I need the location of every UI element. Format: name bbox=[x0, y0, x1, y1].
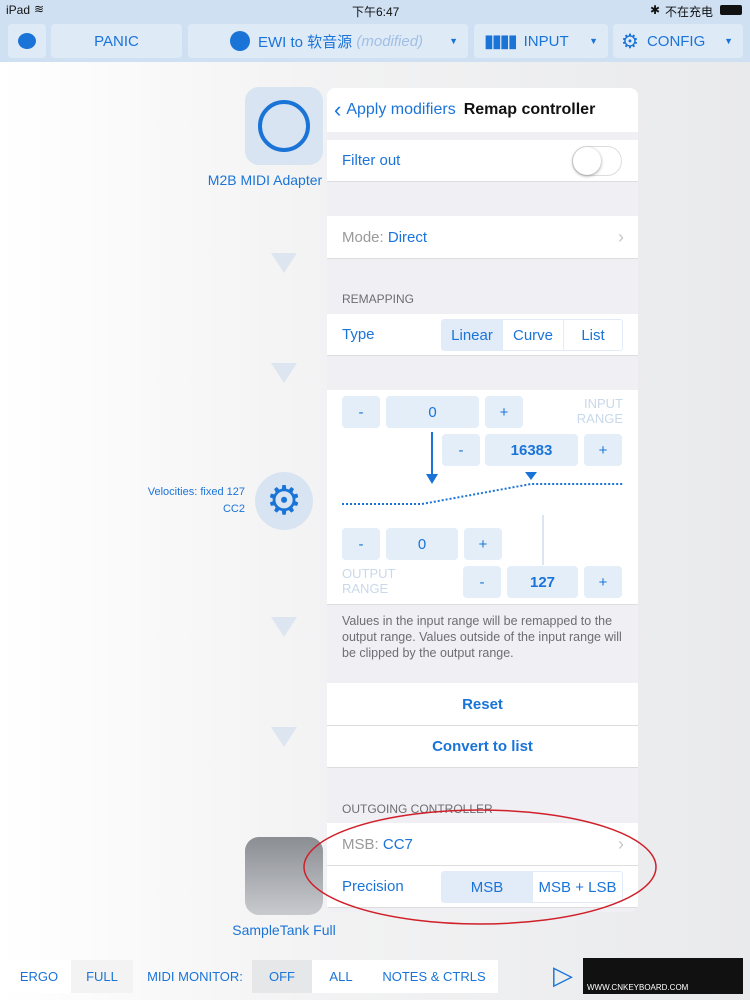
monitor-notes-ctrls-button[interactable]: NOTES & CTRLS bbox=[370, 960, 498, 993]
annotation-circle bbox=[303, 809, 657, 925]
remapping-header: REMAPPING bbox=[342, 292, 415, 306]
output-min-increment[interactable]: + bbox=[464, 528, 502, 560]
type-linear[interactable]: Linear bbox=[442, 320, 502, 350]
midi-monitor-label: MIDI MONITOR: bbox=[147, 969, 243, 984]
panic-button[interactable]: PANIC bbox=[51, 24, 182, 58]
charging-status: 不在充电 bbox=[665, 5, 714, 19]
output-range-label: OUTPUT RANGE bbox=[342, 566, 396, 596]
convert-to-list-button[interactable]: Convert to list bbox=[327, 726, 638, 768]
filter-out-toggle[interactable] bbox=[572, 145, 622, 176]
filter-out-label: Filter out bbox=[342, 152, 401, 169]
mode-label: Mode: bbox=[342, 228, 384, 246]
output-min-decrement[interactable]: - bbox=[342, 528, 380, 560]
cc-text: CC2 bbox=[222, 503, 245, 515]
velocities-text: Velocities: fixed 127 bbox=[147, 486, 245, 498]
output-min-field[interactable]: 0 bbox=[386, 528, 458, 560]
remap-panel: ‹ Apply modifiers Remap controller Filte… bbox=[327, 88, 638, 912]
output-max-decrement[interactable]: - bbox=[463, 566, 501, 598]
config-selector[interactable]: ⚙ CONFIG ▼ bbox=[613, 24, 743, 58]
input-label: INPUT bbox=[523, 32, 569, 50]
input-selector[interactable]: ▮▮▮▮ INPUT ▼ bbox=[474, 24, 608, 58]
chat-button[interactable] bbox=[8, 24, 46, 58]
watermark-text: WWW.CNKEYBOARD.COM bbox=[587, 983, 689, 992]
type-label: Type bbox=[342, 326, 375, 343]
clock: 下午6:47 bbox=[352, 5, 400, 19]
gear-icon: ⚙ bbox=[621, 30, 639, 53]
midi-adapter-icon[interactable] bbox=[245, 87, 323, 165]
reset-button[interactable]: Reset bbox=[327, 683, 638, 726]
battery-icon bbox=[720, 5, 742, 15]
flow-arrow-icon bbox=[271, 363, 297, 383]
filter-out-row: Filter out bbox=[327, 140, 638, 182]
mode-row[interactable]: Mode: Direct › bbox=[327, 216, 638, 259]
adapter-label: M2B MIDI Adapter bbox=[207, 172, 323, 188]
caret-down-icon: ▼ bbox=[449, 36, 458, 46]
back-button[interactable]: Apply modifiers bbox=[346, 101, 455, 119]
type-segmented: Linear Curve List bbox=[441, 319, 623, 351]
full-button[interactable]: FULL bbox=[71, 960, 133, 993]
toolbar: PANIC EWI to 软音源 (modified) ▼ ▮▮▮▮ INPUT… bbox=[0, 20, 750, 62]
back-chevron-icon[interactable]: ‹ bbox=[334, 97, 341, 123]
play-icon[interactable]: ▷ bbox=[553, 960, 573, 991]
input-max-marker bbox=[525, 472, 537, 480]
mode-value: Direct bbox=[387, 228, 428, 246]
caret-down-icon: ▼ bbox=[724, 36, 733, 46]
watermark-logo: WWW.CNKEYBOARD.COM bbox=[583, 958, 743, 994]
nav-header: ‹ Apply modifiers Remap controller bbox=[327, 88, 638, 132]
modifier-gear-icon[interactable]: ⚙ bbox=[255, 472, 313, 530]
chevron-right-icon: › bbox=[618, 226, 624, 247]
flow-arrow-icon bbox=[271, 617, 297, 637]
chat-bubble-icon bbox=[18, 33, 36, 49]
panel-title: Remap controller bbox=[463, 101, 596, 118]
caret-down-icon: ▼ bbox=[589, 36, 598, 46]
type-list[interactable]: List bbox=[563, 320, 622, 350]
monitor-all-button[interactable]: ALL bbox=[312, 960, 370, 993]
remap-description: Values in the input range will be remapp… bbox=[342, 614, 622, 660]
preset-name: EWI to 软音源 bbox=[258, 33, 353, 51]
remap-curve bbox=[342, 483, 623, 505]
ergo-button[interactable]: ERGO bbox=[7, 960, 71, 993]
input-min-marker bbox=[426, 474, 438, 484]
flow-arrow-icon bbox=[271, 253, 297, 273]
midi-din-icon bbox=[230, 31, 250, 51]
preset-selector[interactable]: EWI to 软音源 (modified) ▼ bbox=[188, 24, 468, 58]
keyboard-icon: ▮▮▮▮ bbox=[484, 30, 518, 51]
flow-arrow-icon bbox=[271, 727, 297, 747]
monitor-off-button[interactable]: OFF bbox=[252, 960, 312, 993]
device-name: iPad bbox=[6, 3, 31, 17]
output-max-field[interactable]: 127 bbox=[507, 566, 578, 598]
modifier-summary: Velocities: fixed 127 CC2 bbox=[130, 484, 245, 518]
status-bar: iPad ≋ 下午6:47 ✱ 不在充电 bbox=[0, 0, 750, 20]
wifi-icon: ≋ bbox=[34, 2, 45, 16]
preset-modified: (modified) bbox=[356, 32, 424, 50]
type-curve[interactable]: Curve bbox=[502, 320, 563, 350]
bluetooth-icon: ✱ bbox=[650, 3, 661, 17]
config-label: CONFIG bbox=[646, 32, 706, 50]
range-editor: - 0 + INPUT RANGE - 16383 + - 0 + OUTPUT… bbox=[327, 390, 638, 605]
output-max-increment[interactable]: + bbox=[584, 566, 622, 598]
